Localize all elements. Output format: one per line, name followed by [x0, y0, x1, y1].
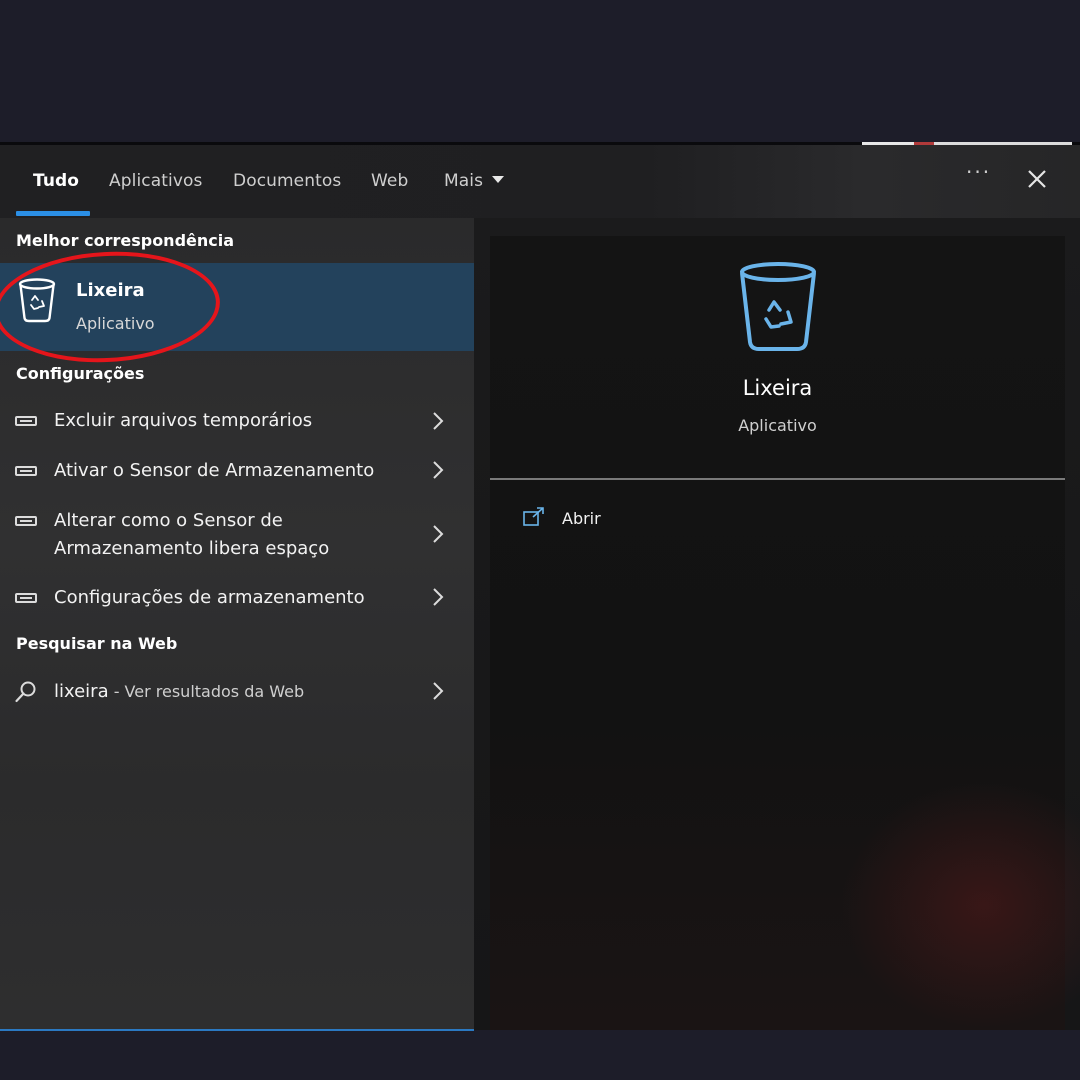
list-item-label-line1: Alterar como o Sensor de [54, 510, 283, 531]
search-icon [15, 681, 36, 703]
section-heading-settings: Configurações [16, 364, 145, 383]
list-item-storage-settings[interactable]: Configurações de armazenamento [0, 581, 474, 617]
chevron-right-icon [433, 525, 444, 543]
close-icon[interactable] [1022, 164, 1052, 194]
detail-subtitle: Aplicativo [738, 416, 817, 435]
tab-web[interactable]: Web [371, 145, 408, 218]
storage-drive-icon [15, 466, 37, 476]
list-item-label-line2: Armazenamento libera espaço [54, 538, 330, 559]
background-glow [840, 780, 1080, 1030]
list-item-label: Configurações de armazenamento [54, 587, 365, 608]
section-heading-best-match: Melhor correspondência [16, 231, 235, 250]
list-item-change-storage-sense[interactable]: Alterar como o Sensor de Armazenamento l… [0, 504, 474, 568]
detail-divider [490, 478, 1065, 480]
tab-apps[interactable]: Aplicativos [109, 145, 202, 218]
storage-drive-icon [15, 593, 37, 603]
list-item-label: Ativar o Sensor de Armazenamento [54, 460, 375, 481]
web-search-term: lixeira [54, 681, 109, 702]
chevron-right-icon [433, 682, 444, 700]
more-options-button[interactable]: ··· [966, 160, 991, 184]
tab-all[interactable]: Tudo [33, 145, 79, 218]
results-pane-bottom-border [0, 1029, 474, 1031]
open-external-icon[interactable] [523, 507, 545, 527]
open-action[interactable]: Abrir [562, 509, 601, 528]
web-search-suffix: - Ver resultados da Web [108, 682, 305, 701]
detail-title: Lixeira [742, 376, 813, 400]
recycle-bin-icon [18, 278, 56, 323]
chevron-right-icon [433, 588, 444, 606]
active-tab-indicator [16, 211, 90, 216]
list-item-delete-temp-files[interactable]: Excluir arquivos temporários [0, 404, 474, 440]
list-item-enable-storage-sense[interactable]: Ativar o Sensor de Armazenamento [0, 454, 474, 490]
web-search-item[interactable]: lixeira - Ver resultados da Web [0, 675, 474, 711]
storage-drive-icon [15, 516, 37, 526]
recycle-bin-large-icon [740, 262, 816, 351]
web-search-label: lixeira - Ver resultados da Web [54, 678, 304, 706]
section-heading-web-search: Pesquisar na Web [16, 634, 178, 653]
storage-drive-icon [15, 416, 37, 426]
best-match-item[interactable] [0, 263, 474, 351]
list-item-label: Excluir arquivos temporários [54, 410, 313, 431]
caret-down-icon [492, 175, 505, 183]
best-match-title: Lixeira [76, 280, 145, 301]
tab-documents[interactable]: Documentos [233, 145, 341, 218]
chevron-right-icon [433, 412, 444, 430]
chevron-right-icon [433, 461, 444, 479]
tab-more-label: Mais [444, 171, 484, 191]
best-match-subtitle: Aplicativo [76, 314, 155, 333]
tab-more[interactable]: Mais [444, 145, 505, 218]
